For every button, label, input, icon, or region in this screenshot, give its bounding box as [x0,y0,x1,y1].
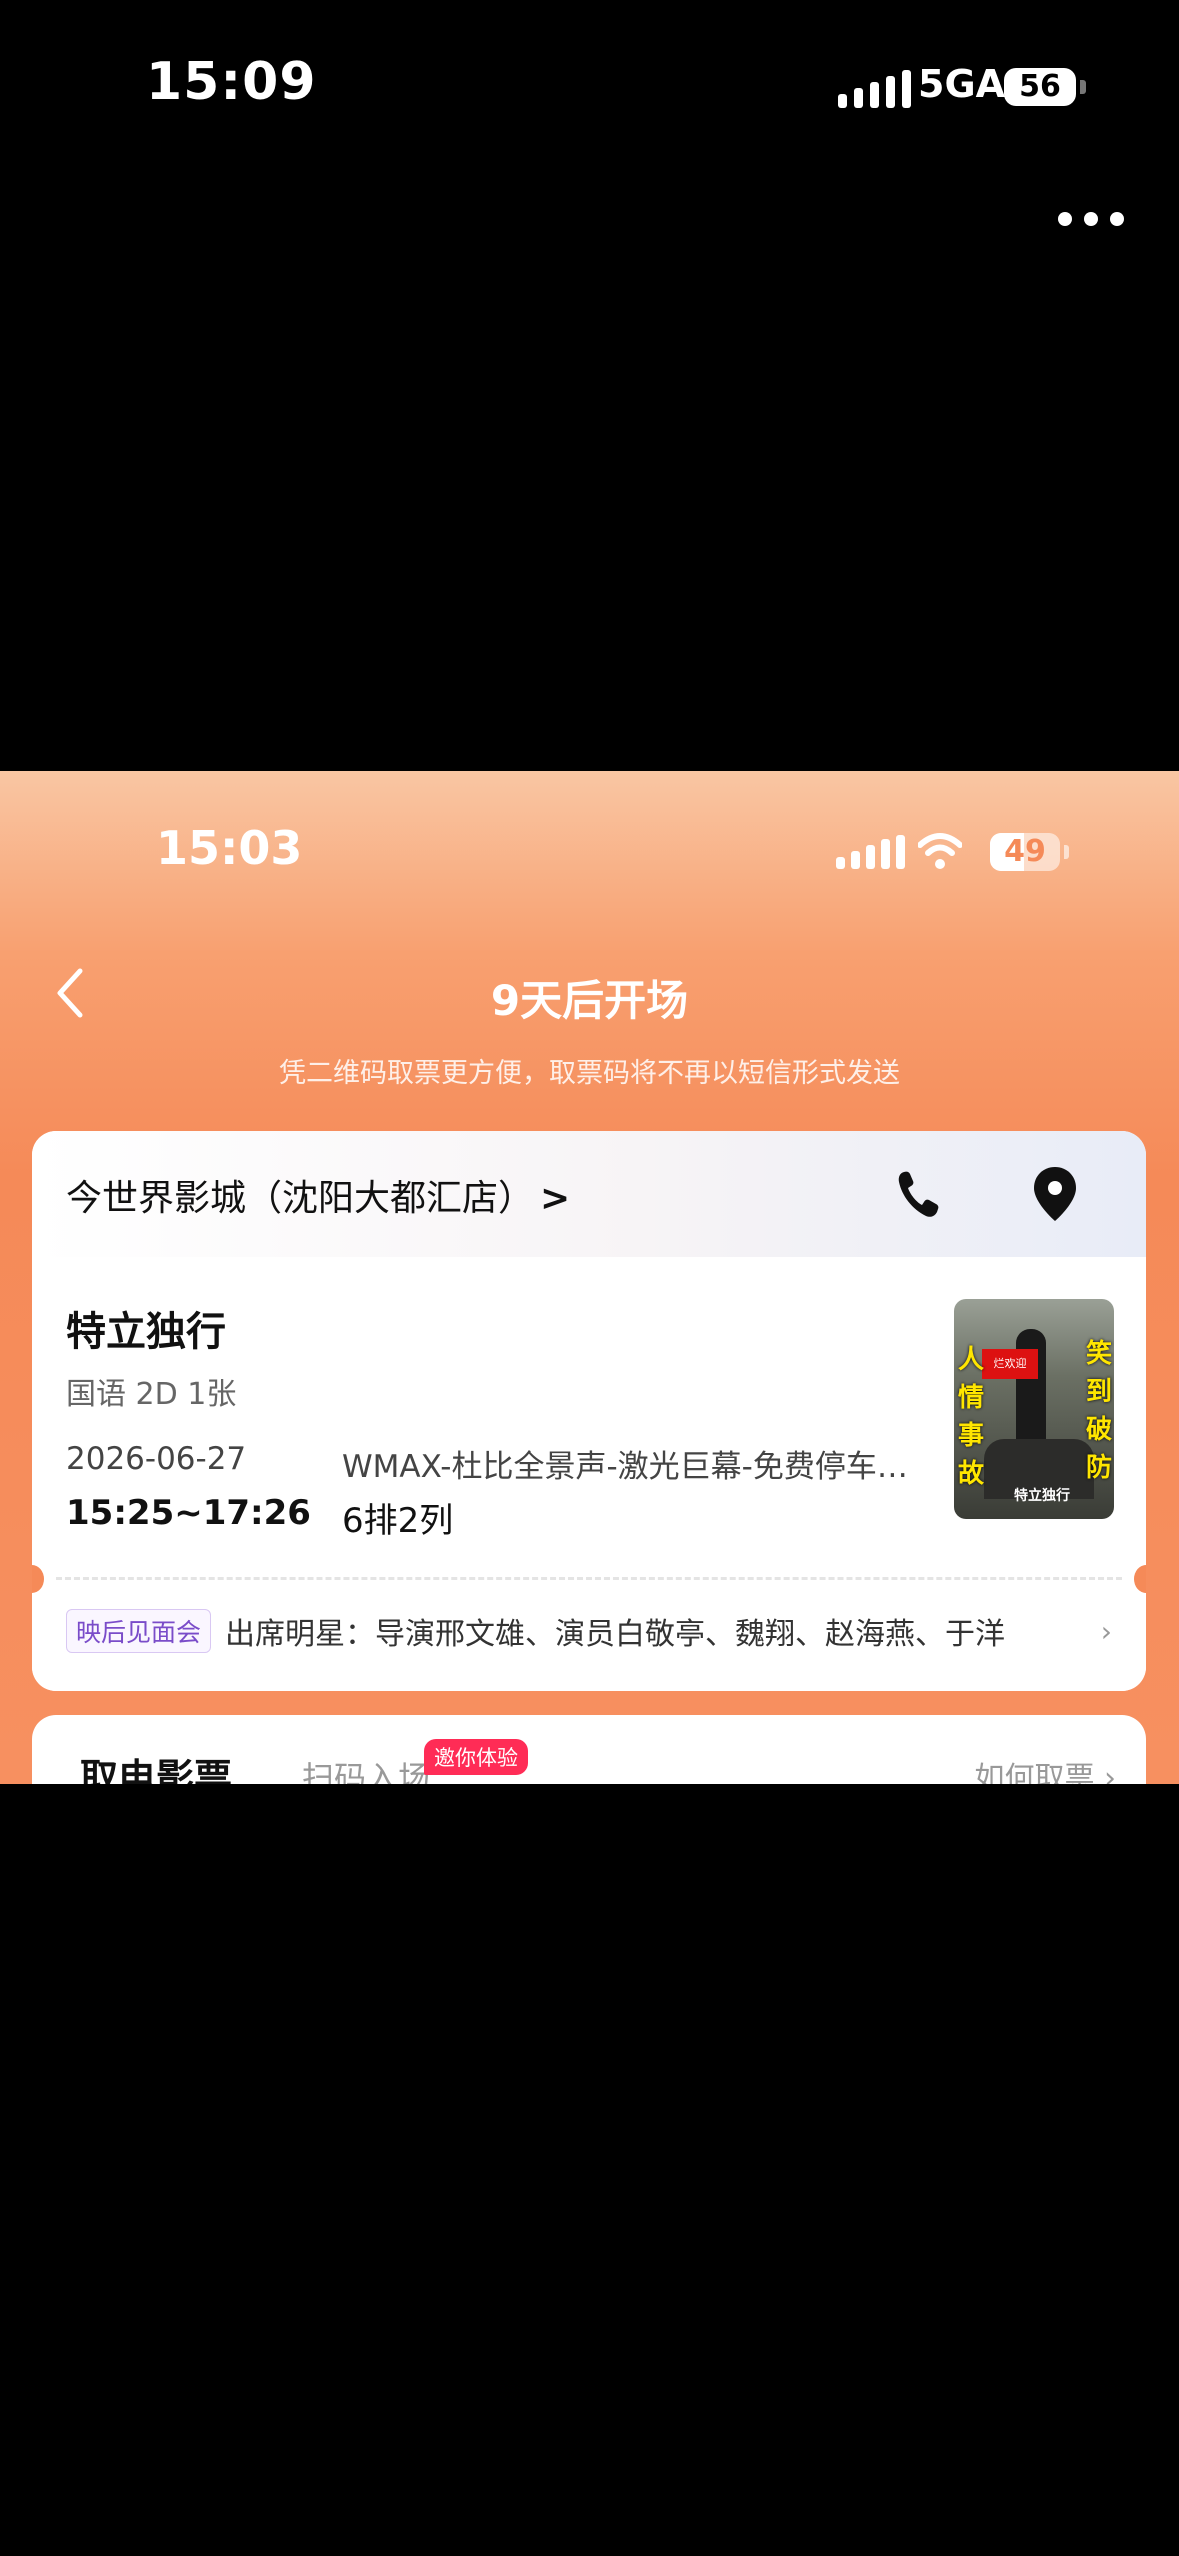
network-type-label: 5GA [918,62,1006,106]
ticket-screenshot: 15:03 49 9天后开场 凭二维码取票更方便，取票码将不再以短信形式发送 今… [0,771,1179,1784]
seat-info: 6排2列 [342,1501,454,1541]
show-date: 2026-06-27 [66,1441,247,1477]
dashed-divider [56,1577,1122,1580]
ticket-pickup-card: 取电影票 扫码入场 邀你体验 如何取票 › [32,1715,1146,1784]
poster-right-text: 笑到破防 [1086,1339,1113,1483]
show-time: 15:25~17:26 [66,1493,311,1533]
battery-tip [1080,80,1086,94]
scan-entry-label[interactable]: 扫码入场 [302,1753,430,1784]
wifi-icon [918,833,962,869]
page-title: 9天后开场 [490,976,689,1025]
order-card: 今世界影城（沈阳大都汇店） > 特立独行 国语 2D 1张 2026-06-27 … [32,1131,1146,1691]
cinema-name-link[interactable]: 今世界影城（沈阳大都汇店） > [66,1169,570,1221]
cinema-header: 今世界影城（沈阳大都汇店） > [32,1131,1146,1257]
inner-battery-level: 49 [1004,834,1046,869]
how-to-pickup-link[interactable]: 如何取票 › [974,1753,1116,1784]
poster-tag: 烂欢迎 [982,1349,1038,1379]
event-badge: 映后见面会 [66,1609,212,1653]
inner-battery-icon: 49 [990,833,1060,871]
event-guests: 出席明星：导演邢文雄、演员白敬亭、魏翔、赵海燕、于洋 [225,1617,1006,1652]
poster-title: 特立独行 [1014,1488,1070,1504]
hall-name: WMAX-杜比全景声-激光巨幕-免费停车… [342,1449,908,1485]
outer-status-time: 15:09 [146,52,317,112]
movie-title: 特立独行 [66,1309,226,1355]
poster-left-text: 人情事故 [958,1345,985,1489]
chevron-right-icon: › [1100,1614,1112,1648]
event-row[interactable]: 映后见面会 出席明星：导演邢文雄、演员白敬亭、魏翔、赵海燕、于洋 › [66,1609,1112,1653]
chevron-right-icon: > [540,1178,571,1219]
ticket-notch-right [1134,1565,1146,1593]
page-subtitle: 凭二维码取票更方便，取票码将不再以短信形式发送 [279,1058,900,1089]
movie-section: 特立独行 国语 2D 1张 2026-06-27 15:25~17:26 WMA… [32,1257,1146,1691]
poster-figure [1016,1329,1046,1449]
location-pin-icon[interactable] [1030,1165,1080,1223]
inner-signal-icon [836,835,905,869]
ticket-notch-left [32,1565,44,1593]
inner-battery-tip [1064,845,1069,859]
cellular-signal-icon [838,68,911,108]
inner-status-time: 15:03 [156,821,303,875]
ticket-pickup-title: 取电影票 [80,1756,233,1784]
cinema-name: 今世界影城（沈阳大都汇店） [66,1178,535,1219]
battery-icon: 56 [1004,68,1076,106]
movie-meta: 国语 2D 1张 [66,1377,237,1412]
movie-poster[interactable]: 烂欢迎 人情事故 笑到破防 特立独行 [954,1299,1114,1519]
invite-badge: 邀你体验 [424,1739,528,1775]
more-options-icon[interactable] [1058,212,1124,226]
phone-icon[interactable] [896,1169,940,1219]
